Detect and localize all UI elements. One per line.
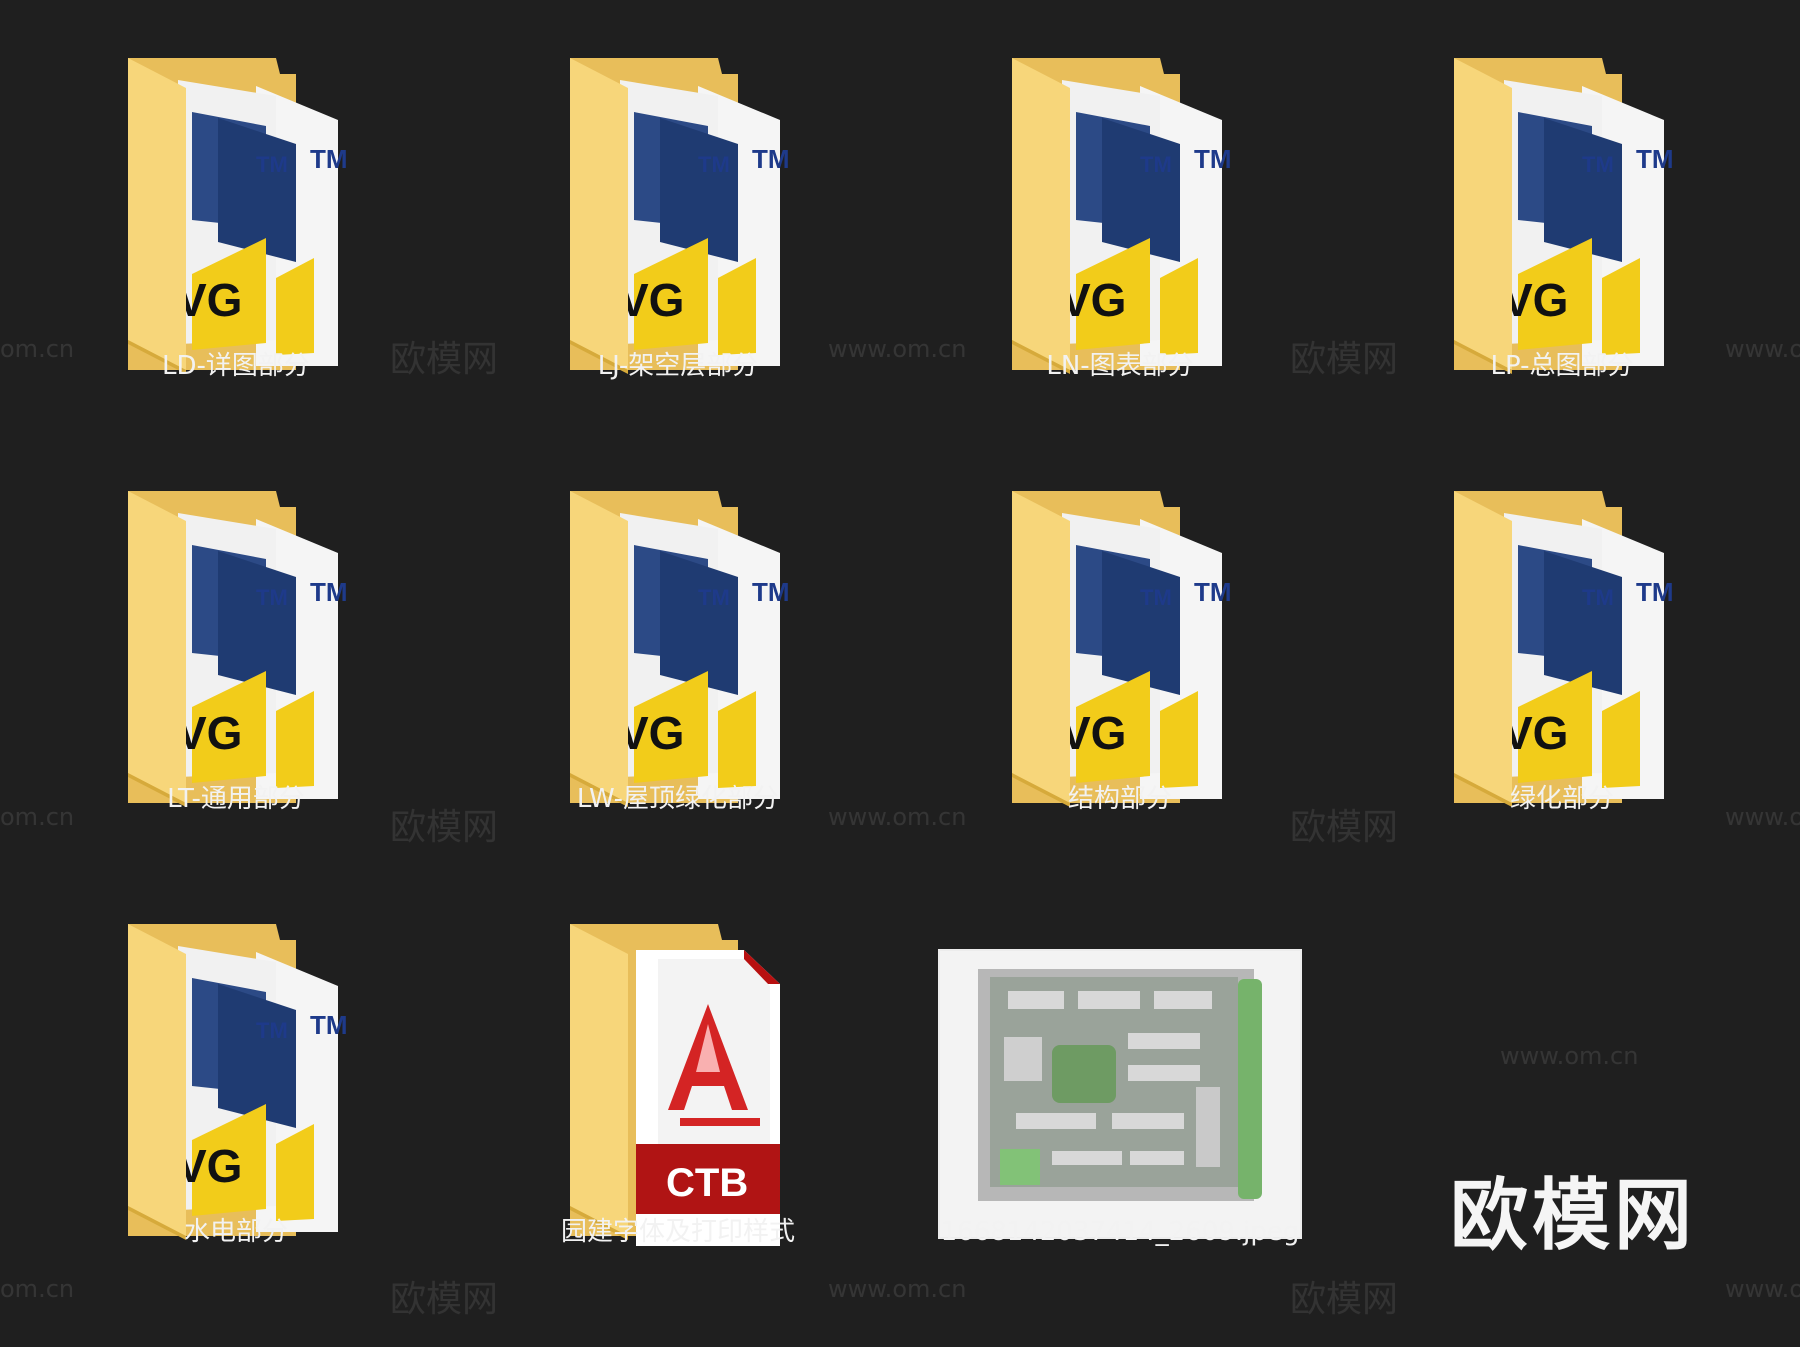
file-name-label: 园建字体及打印样式 bbox=[560, 1217, 795, 1247]
file-explorer-large-icons-view: om.cn 欧模网 www.om.cn 欧模网 www.om.cn om.cn … bbox=[0, 0, 1800, 1347]
image-file-item[interactable]: 1668142037414_2609.jpeg bbox=[920, 874, 1320, 1294]
svg-text:TM: TM bbox=[1194, 144, 1232, 174]
file-name-label: 结构部分 bbox=[1067, 784, 1172, 814]
svg-text:CTB: CTB bbox=[666, 1161, 748, 1205]
watermark-text: www.om.cn bbox=[1725, 1275, 1800, 1303]
svg-text:TM: TM bbox=[752, 577, 790, 607]
dwg-folder-icon: TM TM VG bbox=[548, 48, 808, 388]
watermark-text: www.om.cn bbox=[1500, 1042, 1639, 1070]
svg-text:TM: TM bbox=[310, 144, 348, 174]
file-name-label: LP-总图部分 bbox=[1490, 351, 1634, 381]
folder-item[interactable]: TM TM VG LW-屋顶绿化部分 bbox=[478, 441, 878, 861]
file-name-label: LD-详图部分 bbox=[162, 351, 310, 381]
folder-item[interactable]: TM TM VG LN-图表部分 bbox=[920, 8, 1320, 428]
file-name-label: LN-图表部分 bbox=[1046, 351, 1194, 381]
folder-item[interactable]: TM TM VG LD-详图部分 bbox=[36, 8, 436, 428]
svg-text:TM: TM bbox=[256, 585, 288, 610]
svg-text:TM: TM bbox=[1140, 152, 1172, 177]
dwg-folder-icon: TM TM VG bbox=[990, 481, 1250, 821]
svg-text:TM: TM bbox=[1194, 577, 1232, 607]
svg-text:TM: TM bbox=[698, 585, 730, 610]
svg-text:TM: TM bbox=[752, 144, 790, 174]
folder-item[interactable]: TM TM VG LJ-架空层部分 bbox=[478, 8, 878, 428]
folder-item[interactable]: TM TM VG LT-通用部分 bbox=[36, 441, 436, 861]
svg-text:TM: TM bbox=[256, 1018, 288, 1043]
site-plan-thumbnail bbox=[938, 949, 1302, 1239]
svg-text:TM: TM bbox=[1582, 152, 1614, 177]
dwg-folder-icon: TM TM VG bbox=[1432, 48, 1692, 388]
folder-item[interactable]: TM TM VG LP-总图部分 bbox=[1362, 8, 1762, 428]
svg-text:TM: TM bbox=[256, 152, 288, 177]
dwg-folder-icon: TM TM VG bbox=[106, 481, 366, 821]
file-name-label: LJ-架空层部分 bbox=[597, 351, 759, 381]
dwg-folder-icon: TM TM VG bbox=[548, 481, 808, 821]
svg-text:TM: TM bbox=[310, 1010, 348, 1040]
dwg-folder-icon: TM TM VG bbox=[106, 48, 366, 388]
svg-text:TM: TM bbox=[310, 577, 348, 607]
folder-item[interactable]: TM TM VG 水电部分 bbox=[36, 874, 436, 1294]
svg-text:TM: TM bbox=[1140, 585, 1172, 610]
dwg-folder-icon: TM TM VG bbox=[106, 914, 366, 1254]
file-name-label: 1668142037414_2609.jpeg bbox=[940, 1217, 1300, 1247]
file-name-label: LT-通用部分 bbox=[167, 784, 305, 814]
svg-text:TM: TM bbox=[1636, 577, 1674, 607]
ctb-folder-icon: CTB bbox=[548, 914, 808, 1254]
brand-watermark-logo: 欧模网 bbox=[1449, 1171, 1696, 1261]
file-name-label: 水电部分 bbox=[183, 1217, 288, 1247]
file-name-label: 绿化部分 bbox=[1509, 784, 1614, 814]
folder-item[interactable]: CTB 园建字体及打印样式 bbox=[478, 874, 878, 1294]
dwg-folder-icon: TM TM VG bbox=[1432, 481, 1692, 821]
svg-text:TM: TM bbox=[1582, 585, 1614, 610]
dwg-folder-icon: TM TM VG bbox=[990, 48, 1250, 388]
svg-text:TM: TM bbox=[698, 152, 730, 177]
svg-text:TM: TM bbox=[1636, 144, 1674, 174]
file-name-label: LW-屋顶绿化部分 bbox=[576, 784, 780, 814]
folder-item[interactable]: TM TM VG 绿化部分 bbox=[1362, 441, 1762, 861]
folder-item[interactable]: TM TM VG 结构部分 bbox=[920, 441, 1320, 861]
